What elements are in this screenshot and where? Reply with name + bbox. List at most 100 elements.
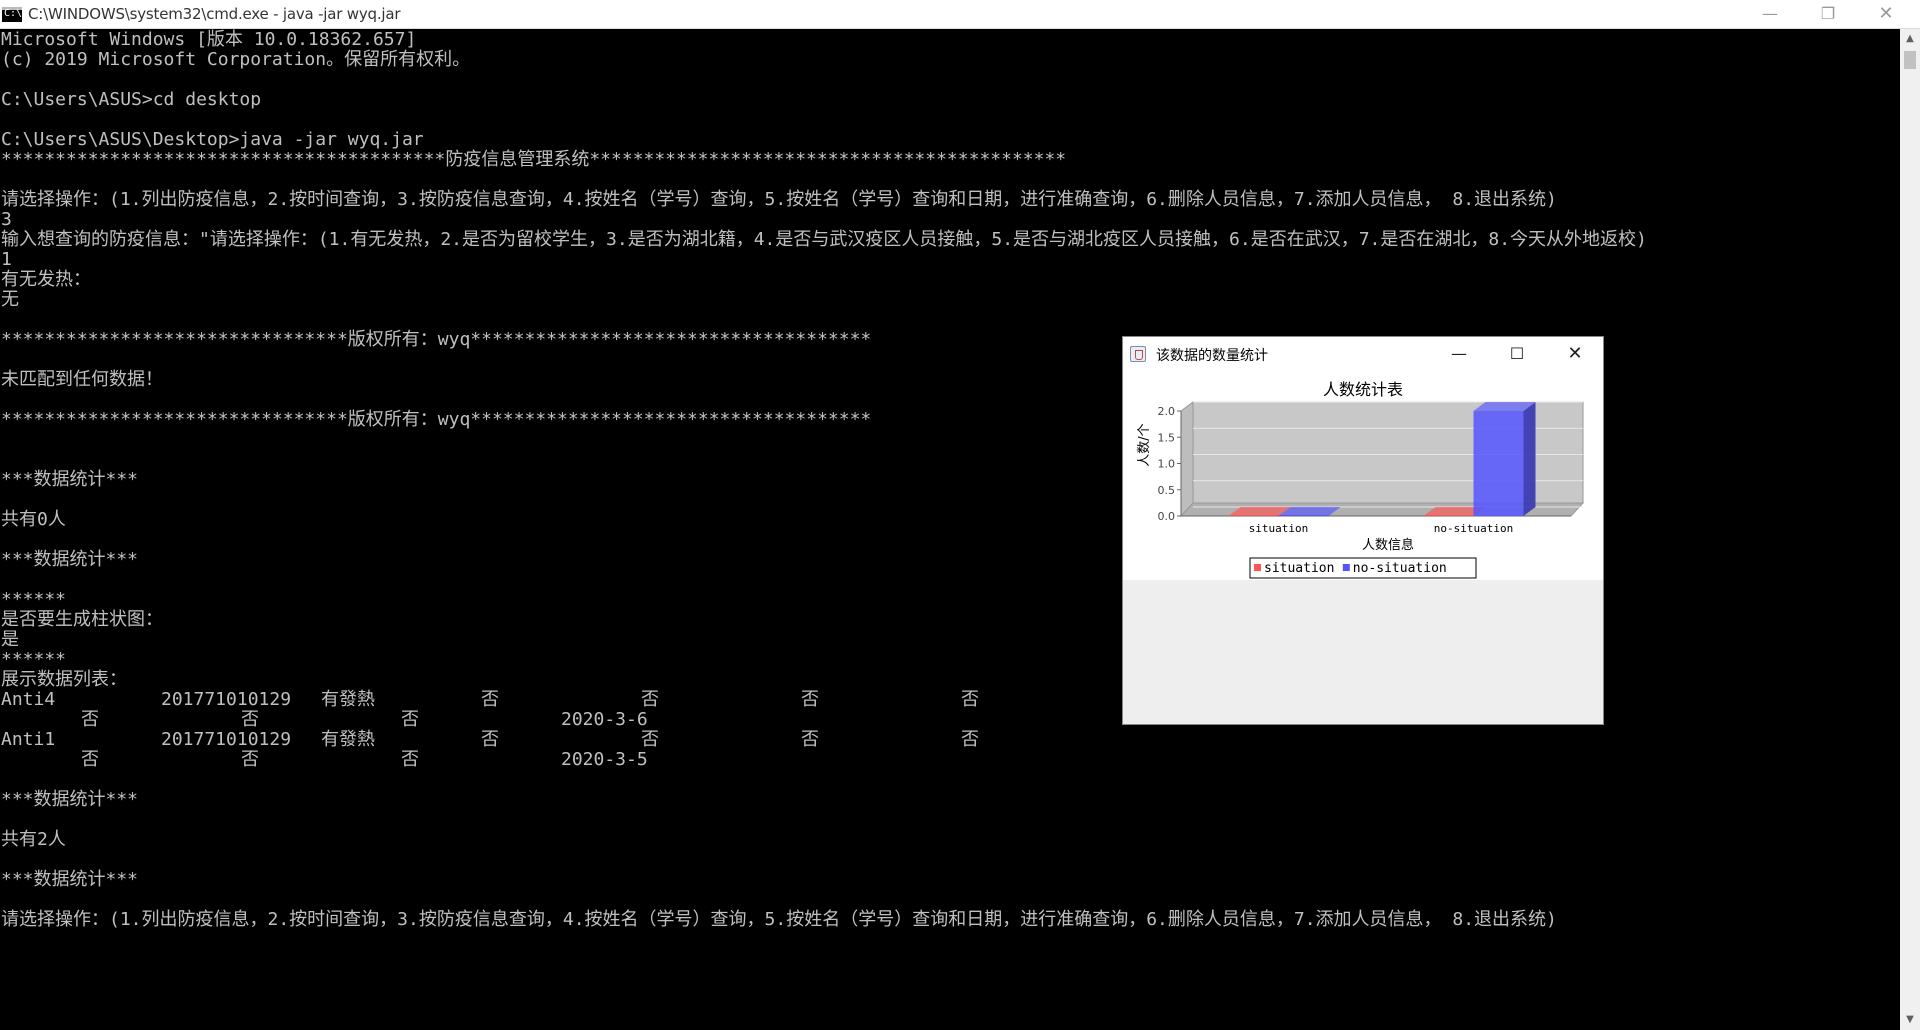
chart-window-titlebar[interactable]: 该数据的数量统计 — ☐ ✕ [1123,337,1603,370]
console-text: 否 [801,729,819,750]
console-text: 有无发热： [1,269,91,290]
console-text: 否 [961,689,979,710]
console-text: 否 [961,729,979,750]
console-line: 是否要生成柱状图： [1,610,1899,630]
console-text: 否 [241,749,259,770]
legend-swatch [1342,564,1350,571]
console-line: C:\Users\ASUS\Desktop>java -jar wyq.jar [1,130,1899,150]
window-title: C:\WINDOWS\system32\cmd.exe - java -jar … [28,5,401,23]
console-text: 共有2人 [1,829,66,850]
chart-window[interactable]: 该数据的数量统计 — ☐ ✕ 人数统计表 0.0 0.5 1.0 1.5 2.0 人数/个 s… [1122,336,1604,725]
console-text: ********************************版权所有：wyq… [1,329,872,350]
x-tick-label: no-situation [1434,522,1513,535]
console-text: ***数据统计*** [1,549,139,570]
console-line: Anti4 201771010129 有發熱 否 否 否 否 [1,690,1899,710]
console-text: 否 [481,689,499,710]
console-line: ****** [1,650,1899,670]
console-text: Anti4 [1,689,56,710]
console-titlebar[interactable]: C:\ C:\WINDOWS\system32\cmd.exe - java -… [0,0,1920,29]
y-tick-label: 0.5 [1158,484,1176,497]
scroll-down-arrow-icon[interactable]: ▼ [1900,1010,1920,1030]
console-line: ***数据统计*** [1,790,1899,810]
x-tick-label: situation [1249,522,1309,535]
console-line: ***数据统计*** [1,470,1899,490]
console-line: 1 [1,250,1899,270]
console-text: 请选择操作：(1.列出防疫信息，2.按时间查询，3.按防疫信息查询，4.按姓名（… [1,189,1557,210]
console-text: 否 [481,729,499,750]
console-line: ***数据统计*** [1,870,1899,890]
console-text: 展示数据列表： [1,669,127,690]
console-text: Anti1 [1,729,56,750]
console-text: 否 [801,689,819,710]
console-text: 输入想查询的防疫信息："请选择操作：(1.有无发热，2.是否为留校学生，3.是否… [1,229,1647,250]
console-line: 请选择操作：(1.列出防疫信息，2.按时间查询，3.按防疫信息查询，4.按姓名（… [1,910,1899,930]
console-text: 无 [1,289,19,310]
console-line: (c) 2019 Microsoft Corporation。保留所有权利。 [1,50,1899,70]
cmd-icon: C:\ [2,7,22,22]
console-text: 2020-3-5 [561,749,648,770]
console-text: ***数据统计*** [1,469,139,490]
legend-swatch [1254,564,1261,571]
console-line: 否 否 否 2020-3-5 [1,750,1899,770]
console-line: 共有2人 [1,830,1899,850]
console-text: 否 [641,729,659,750]
console-text: ***数据统计*** [1,869,139,890]
legend-label: situation [1264,561,1334,576]
java-icon [1130,346,1146,362]
chart-maximize-button[interactable]: ☐ [1489,337,1545,370]
restore-button[interactable]: ❐ [1800,0,1856,29]
console-text: 1 [1,249,12,270]
console-text: 未匹配到任何数据！ [1,369,163,390]
console-line: 3 [1,210,1899,230]
chart-minimize-button[interactable]: — [1431,337,1487,370]
console-line: 展示数据列表： [1,670,1899,690]
console-line: 请选择操作：(1.列出防疫信息，2.按时间查询，3.按防疫信息查询，4.按姓名（… [1,190,1899,210]
console-line: Anti1 201771010129 有發熱 否 否 否 否 [1,730,1899,750]
bar-side [1523,402,1536,516]
console-text: (c) 2019 Microsoft Corporation。保留所有权利。 [1,49,471,70]
console-text: 是 [1,629,19,650]
cmd-icon-text: C:\ [4,8,23,19]
console-text: 否 [81,709,99,730]
chart-window-title: 该数据的数量统计 [1156,348,1268,364]
console-text: 是否要生成柱状图： [1,609,163,630]
chart-title: 人数统计表 [1323,380,1403,399]
console-text: 2020-3-6 [561,709,648,730]
console-line: ****** [1,590,1899,610]
y-tick-label: 1.5 [1158,431,1176,444]
y-tick-label: 0.0 [1158,510,1176,523]
console-text: 否 [641,689,659,710]
console-text: 共有0人 [1,509,66,530]
close-button[interactable]: ✕ [1858,0,1914,29]
console-text: Microsoft Windows [版本 10.0.18362.657] [1,29,417,50]
scroll-up-arrow-icon[interactable]: ▲ [1900,29,1920,49]
y-axis-label: 人数/个 [1137,423,1152,466]
console-output[interactable]: Microsoft Windows [版本 10.0.18362.657] (c)… [0,29,1900,1030]
bar-no-situation-no-situation [1473,411,1524,516]
console-line: ***数据统计*** [1,550,1899,570]
scroll-thumb[interactable] [1904,51,1916,69]
console-line: 是 [1,630,1899,650]
console-text: 否 [401,749,419,770]
console-line: 共有0人 [1,510,1899,530]
vertical-scrollbar[interactable]: ▲ ▼ [1900,29,1920,1030]
console-text: 否 [241,709,259,730]
console-line: 无 [1,290,1899,310]
console-text: 有發熱 [321,689,375,710]
plot-left-wall [1180,401,1194,518]
console-text: 3 [1,209,12,230]
console-text: C:\Users\ASUS\Desktop>java -jar wyq.jar [1,129,424,150]
chart-close-button[interactable]: ✕ [1547,337,1603,370]
minimize-button[interactable]: — [1742,0,1798,29]
console-line: Microsoft Windows [版本 10.0.18362.657] [1,30,1899,50]
y-tick-label: 2.0 [1158,405,1176,418]
console-text: 201771010129 [161,729,292,750]
console-text: 201771010129 [161,689,292,710]
console-line: ********************************版权所有：wyq… [1,330,1899,350]
x-axis-label: 人数信息 [1362,537,1414,553]
console-line: ********************************版权所有：wyq… [1,410,1899,430]
console-text: ***数据统计*** [1,789,139,810]
console-text: ********************************版权所有：wyq… [1,409,872,430]
console-text: 请选择操作：(1.列出防疫信息，2.按时间查询，3.按防疫信息查询，4.按姓名（… [1,909,1557,930]
console-line: 输入想查询的防疫信息："请选择操作：(1.有无发热，2.是否为留校学生，3.是否… [1,230,1899,250]
